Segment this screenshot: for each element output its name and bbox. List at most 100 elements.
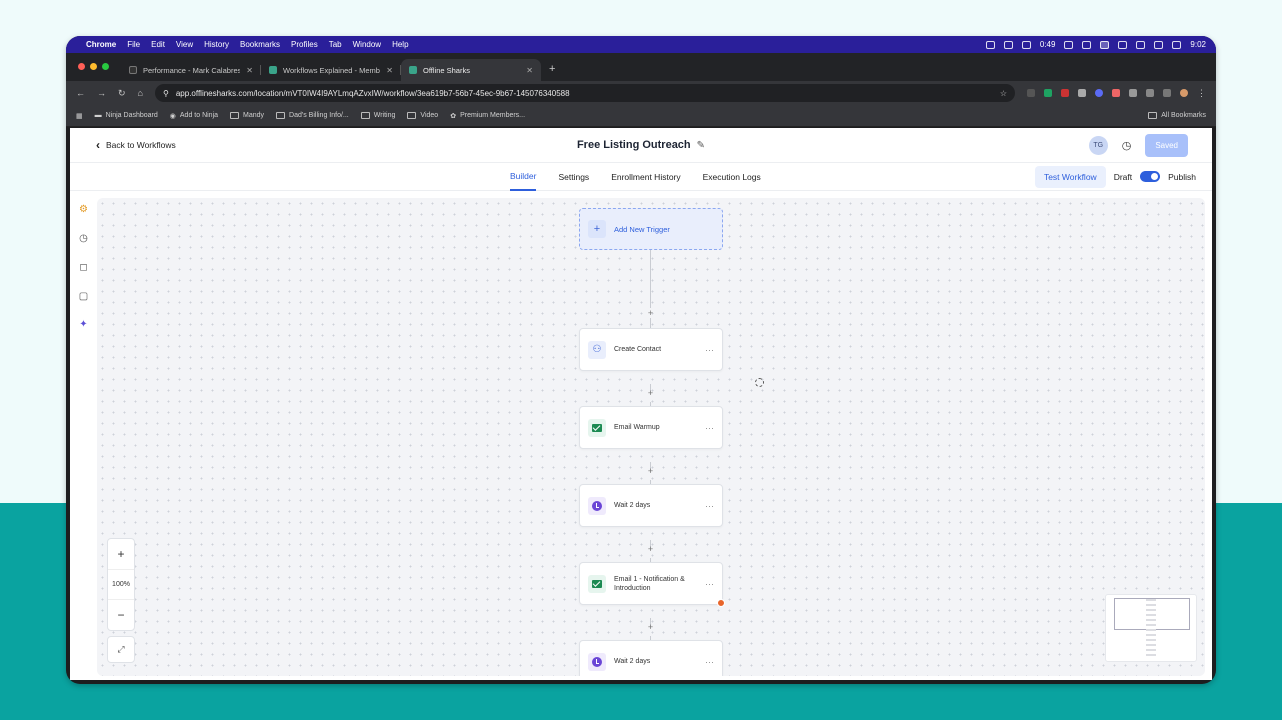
workflow-step-wait[interactable]: Wait 2 days ···: [579, 484, 723, 527]
history-icon[interactable]: ◷: [1122, 139, 1132, 152]
more-options-icon[interactable]: ···: [705, 657, 714, 667]
ai-sparkle-icon[interactable]: ✦: [78, 319, 89, 330]
status-icon[interactable]: [1021, 40, 1031, 49]
tab-favicon-icon: [129, 66, 137, 74]
note-icon[interactable]: ▢: [78, 291, 89, 302]
wifi-icon[interactable]: [1154, 40, 1164, 49]
extension-icon[interactable]: [1061, 89, 1069, 97]
address-bar[interactable]: ⚲ app.offlinesharks.com/location/mVT0IW4…: [154, 84, 1015, 102]
dropbox-icon[interactable]: [1082, 40, 1092, 49]
menu-history[interactable]: History: [204, 40, 229, 49]
menu-bookmarks[interactable]: Bookmarks: [240, 40, 280, 49]
bookmark-folder[interactable]: Video: [407, 112, 438, 119]
menu-profiles[interactable]: Profiles: [291, 40, 318, 49]
profile-avatar-icon[interactable]: [1180, 89, 1188, 97]
tab-title: Workflows Explained - Membership: [283, 65, 380, 75]
forward-arrow-icon[interactable]: →: [97, 88, 106, 98]
menu-clock[interactable]: 9:02: [1190, 40, 1206, 49]
media-icon[interactable]: [1163, 89, 1171, 97]
menu-view[interactable]: View: [176, 40, 193, 49]
workflow-step-wait[interactable]: Wait 2 days ···: [579, 640, 723, 676]
fit-to-screen-button[interactable]: ⤢: [107, 636, 135, 663]
workflow-canvas[interactable]: + + + + + + Add New Trigger ⚇ Create Con…: [97, 198, 1205, 676]
browser-tab[interactable]: Workflows Explained - Membership ✕: [261, 59, 401, 81]
bookmark-folder[interactable]: Dad's Billing Info/...: [276, 112, 349, 119]
add-step-icon[interactable]: +: [646, 389, 655, 398]
clock-icon: [588, 652, 606, 671]
menu-edit[interactable]: Edit: [151, 40, 165, 49]
canvas-minimap[interactable]: [1105, 594, 1197, 662]
back-to-workflows-link[interactable]: ‹ Back to Workflows: [96, 139, 176, 151]
test-workflow-button[interactable]: Test Workflow: [1034, 165, 1106, 188]
menu-file[interactable]: File: [127, 40, 140, 49]
menu-app[interactable]: Chrome: [86, 40, 116, 49]
clock-icon[interactable]: ◷: [78, 233, 89, 244]
menu-help[interactable]: Help: [392, 40, 408, 49]
bookmark-folder[interactable]: Writing: [360, 112, 395, 119]
error-badge-icon[interactable]: [717, 599, 725, 607]
workflow-step-email-warmup[interactable]: Email Warmup ···: [579, 406, 723, 449]
battery-icon[interactable]: [1172, 40, 1182, 49]
settings-gear-icon[interactable]: ⚙: [78, 204, 89, 215]
puzzle-icon[interactable]: [1129, 89, 1137, 97]
more-options-icon[interactable]: ···: [705, 501, 714, 511]
workflow-step-create-contact[interactable]: ⚇ Create Contact ···: [579, 328, 723, 371]
reading-list-icon[interactable]: [1146, 89, 1154, 97]
status-icon[interactable]: [1003, 40, 1013, 49]
pencil-icon[interactable]: ✎: [697, 140, 705, 151]
more-options-icon[interactable]: ···: [705, 423, 714, 433]
comment-icon[interactable]: ◻: [78, 262, 89, 273]
close-window-icon[interactable]: [78, 63, 85, 70]
menu-window[interactable]: Window: [353, 40, 381, 49]
add-step-icon[interactable]: +: [646, 545, 655, 554]
bookmark-item[interactable]: ◉ Add to Ninja: [170, 112, 218, 120]
bookmark-star-icon[interactable]: ☆: [1000, 89, 1007, 98]
close-tab-icon[interactable]: ✕: [526, 66, 533, 75]
status-icon[interactable]: [985, 40, 995, 49]
add-step-icon[interactable]: +: [646, 467, 655, 476]
browser-tab[interactable]: Performance - Mark Calabrese ✕: [121, 59, 261, 81]
extension-icon[interactable]: [1095, 89, 1103, 97]
screen-share-icon[interactable]: [1100, 40, 1110, 49]
zoom-window-icon[interactable]: [102, 63, 109, 70]
bookmark-folder[interactable]: Mandy: [230, 112, 264, 119]
back-arrow-icon[interactable]: ←: [76, 88, 85, 98]
add-step-icon[interactable]: +: [646, 623, 655, 632]
add-step-icon[interactable]: +: [646, 309, 655, 318]
more-menu-icon[interactable]: ⋮: [1197, 88, 1206, 99]
new-tab-icon[interactable]: +: [549, 63, 555, 75]
close-tab-icon[interactable]: ✕: [386, 66, 393, 75]
home-icon[interactable]: ⌂: [138, 88, 143, 98]
avatar[interactable]: TG: [1088, 135, 1108, 155]
saved-button[interactable]: Saved: [1145, 133, 1188, 157]
site-info-icon[interactable]: ⚲: [163, 89, 169, 98]
workflow-step-email-1[interactable]: Email 1 - Notification & Introduction ··…: [579, 562, 723, 605]
extension-icon[interactable]: [1078, 89, 1086, 97]
search-icon[interactable]: [1136, 40, 1146, 49]
apps-grid-icon[interactable]: ▦: [76, 112, 83, 120]
more-options-icon[interactable]: ···: [705, 579, 714, 589]
add-new-trigger-button[interactable]: + Add New Trigger: [579, 208, 723, 250]
status-icon[interactable]: [1118, 40, 1128, 49]
tab-builder[interactable]: Builder: [510, 163, 537, 191]
status-icon[interactable]: [1064, 40, 1074, 49]
bookmark-item[interactable]: ▬ Ninja Dashboard: [95, 112, 158, 119]
extension-icon[interactable]: [1027, 89, 1035, 97]
reload-icon[interactable]: ↻: [118, 88, 126, 99]
browser-tab-active[interactable]: Offline Sharks ✕: [401, 59, 541, 81]
tab-execution-logs[interactable]: Execution Logs: [703, 163, 761, 191]
publish-toggle[interactable]: [1140, 171, 1161, 182]
minimize-window-icon[interactable]: [90, 63, 97, 70]
bookmark-item[interactable]: ✿ Premium Members...: [450, 112, 525, 120]
recording-timer[interactable]: 0:49: [1040, 40, 1056, 49]
tab-enrollment-history[interactable]: Enrollment History: [611, 163, 680, 191]
zoom-out-button[interactable]: −: [108, 600, 134, 630]
more-options-icon[interactable]: ···: [705, 345, 714, 355]
extension-icon[interactable]: [1112, 89, 1120, 97]
zoom-in-button[interactable]: +: [108, 539, 134, 569]
menu-tab[interactable]: Tab: [329, 40, 342, 49]
all-bookmarks[interactable]: All Bookmarks: [1148, 112, 1206, 119]
close-tab-icon[interactable]: ✕: [246, 66, 253, 75]
extension-icon[interactable]: [1044, 89, 1052, 97]
tab-settings[interactable]: Settings: [558, 163, 589, 191]
